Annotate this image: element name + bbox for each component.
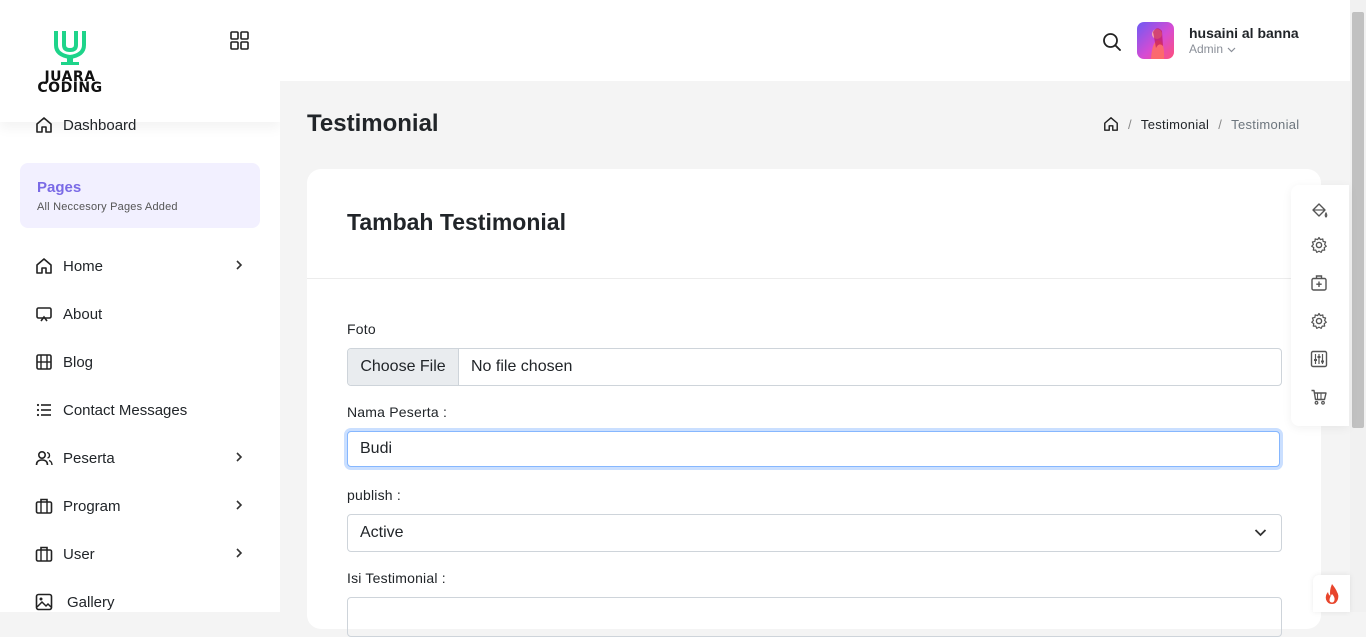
sidebar-item-label: Dashboard: [63, 116, 137, 134]
logo-area: JUARA CODING: [0, 0, 280, 122]
chevron-right-icon: [236, 452, 243, 462]
card-divider: [307, 278, 1321, 279]
sidebar-item-home[interactable]: Home: [35, 254, 250, 278]
isi-testimonial-textarea[interactable]: [347, 597, 1282, 637]
film-icon: [35, 353, 53, 371]
juara-coding-logo-icon: [54, 31, 86, 65]
sidebar-item-label: User: [63, 545, 95, 563]
pages-section-header: Pages All Neccesory Pages Added: [20, 163, 260, 228]
medical-kit-icon[interactable]: [1310, 274, 1328, 292]
breadcrumb-separator: /: [1128, 116, 1132, 132]
page-title: Testimonial: [307, 110, 439, 137]
form-card: Tambah Testimonial Foto Choose File No f…: [307, 169, 1321, 637]
briefcase-icon: [35, 545, 53, 563]
user-role-dropdown[interactable]: Admin: [1189, 42, 1236, 56]
sidebar-item-peserta[interactable]: Peserta: [35, 446, 250, 470]
fire-icon: [1325, 583, 1338, 604]
search-icon[interactable]: [1102, 32, 1122, 52]
sliders-icon[interactable]: [1310, 350, 1328, 368]
home-icon: [35, 116, 53, 134]
breadcrumb-current: Testimonial: [1231, 116, 1300, 132]
isi-testimonial-label: Isi Testimonial :: [347, 570, 446, 586]
chevron-down-icon: [1254, 529, 1267, 537]
foto-file-input[interactable]: Choose File No file chosen: [347, 348, 1282, 386]
briefcase-icon: [35, 497, 53, 515]
top-header: husaini al banna Admin: [280, 0, 1350, 81]
sidebar-item-label: Home: [63, 257, 104, 275]
file-status-text: No file chosen: [471, 358, 573, 375]
breadcrumb: / Testimonial / Testimonial: [1103, 116, 1300, 132]
list-icon: [35, 401, 53, 419]
sidebar-item-label: Blog: [63, 353, 94, 371]
user-role-label: Admin: [1189, 42, 1224, 56]
breadcrumb-separator: /: [1218, 116, 1223, 132]
chevron-right-icon: [236, 548, 243, 558]
pages-subtitle: All Neccesory Pages Added: [37, 201, 178, 213]
sidebar-item-label: Peserta: [63, 449, 115, 467]
sidebar: JUARA CODING Dashboard Pages All Necceso…: [0, 0, 280, 612]
pages-title: Pages: [37, 179, 82, 196]
sidebar-item-program[interactable]: Program: [35, 494, 250, 518]
gear-icon[interactable]: [1310, 312, 1328, 330]
grid-menu-icon[interactable]: [230, 31, 249, 50]
sidebar-item-contact-messages[interactable]: Contact Messages: [35, 398, 250, 422]
nama-peserta-label: Nama Peserta :: [347, 404, 448, 420]
sidebar-item-dashboard[interactable]: Dashboard: [35, 113, 250, 137]
card-title: Tambah Testimonial: [347, 209, 566, 235]
avatar[interactable]: [1137, 22, 1174, 59]
scrollbar-thumb[interactable]: [1352, 12, 1364, 428]
fire-button[interactable]: [1313, 575, 1350, 612]
foto-label: Foto: [347, 321, 376, 337]
users-icon: [35, 449, 53, 467]
sidebar-item-gallery[interactable]: Gallery: [35, 590, 250, 612]
page-scrollbar[interactable]: [1350, 0, 1366, 612]
sidebar-item-label: Contact Messages: [63, 401, 188, 419]
breadcrumb-link[interactable]: Testimonial: [1141, 117, 1209, 132]
sidebar-item-label: Gallery: [67, 593, 115, 611]
home-icon[interactable]: [1103, 116, 1119, 132]
screen-icon: [35, 305, 53, 323]
chevron-right-icon: [236, 260, 243, 270]
chevron-right-icon: [236, 500, 243, 510]
gear-icon[interactable]: [1310, 236, 1328, 254]
publish-select[interactable]: Active: [347, 514, 1282, 552]
floating-toolbar: [1291, 185, 1349, 426]
sidebar-item-label: Program: [63, 497, 121, 515]
logo-text: JUARA CODING: [37, 69, 103, 96]
paint-bucket-icon[interactable]: [1310, 202, 1328, 220]
sidebar-item-user[interactable]: User: [35, 542, 250, 566]
shopping-cart-icon[interactable]: [1310, 388, 1328, 406]
choose-file-button[interactable]: Choose File: [348, 349, 459, 385]
chevron-down-icon: [1227, 47, 1236, 53]
sidebar-item-blog[interactable]: Blog: [35, 350, 250, 374]
sidebar-item-about[interactable]: About: [35, 302, 250, 326]
user-name: husaini al banna: [1189, 25, 1299, 41]
home-icon: [35, 257, 53, 275]
publish-selected-value: Active: [360, 524, 404, 541]
sidebar-item-label: About: [63, 305, 103, 323]
nama-peserta-input[interactable]: [347, 431, 1280, 467]
publish-label: publish :: [347, 487, 401, 503]
image-icon: [35, 593, 53, 611]
